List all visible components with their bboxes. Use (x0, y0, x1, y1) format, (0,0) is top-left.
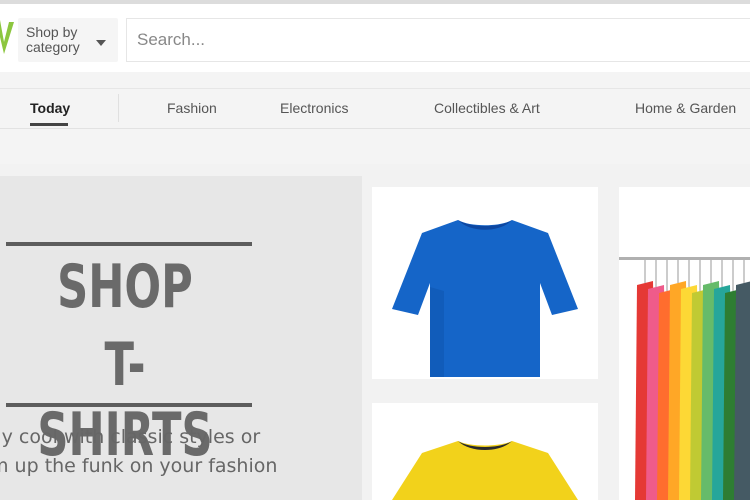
nav-item-electronics[interactable]: Electronics (280, 100, 348, 116)
product-tile-blue-tshirt[interactable] (372, 187, 598, 379)
hanging-shirt (734, 281, 750, 500)
divider (0, 88, 750, 89)
tshirt-rack-image (619, 257, 750, 500)
nav-item-fashion[interactable]: Fashion (167, 100, 217, 116)
yellow-tshirt-image (392, 441, 578, 500)
hero-subtitle-line1: ay cool with classic styles or (0, 426, 261, 448)
shop-by-category-button[interactable]: Shop by category (18, 18, 118, 62)
blue-tshirt-image (392, 220, 578, 377)
hero-rule-top (6, 242, 252, 246)
hero-title-line2: T-SHIRTS (37, 330, 213, 470)
divider (118, 94, 119, 122)
product-tile-tshirt-rack[interactable] (619, 187, 750, 500)
hero-title-line1: SHOP (57, 252, 193, 322)
product-tile-yellow-tshirt[interactable] (372, 403, 598, 500)
category-nav: Today Fashion Electronics Collectibles &… (0, 72, 750, 164)
divider (0, 128, 750, 129)
header: Shop by category (0, 0, 750, 72)
nav-item-today[interactable]: Today (30, 100, 70, 116)
shop-by-category-label: Shop by category (26, 24, 80, 55)
hero-banner[interactable]: SHOP T-SHIRTS ay cool with classic style… (0, 176, 362, 500)
hero-subtitle-line2: m up the funk on your fashion (0, 455, 278, 477)
nav-item-home-garden[interactable]: Home & Garden (635, 100, 736, 116)
nav-item-collectibles-art[interactable]: Collectibles & Art (434, 100, 540, 116)
search-input[interactable] (126, 18, 750, 62)
active-tab-indicator (30, 123, 68, 126)
logo-icon[interactable] (0, 18, 14, 58)
hero-rule-bottom (6, 403, 252, 407)
chevron-down-icon (96, 40, 106, 46)
